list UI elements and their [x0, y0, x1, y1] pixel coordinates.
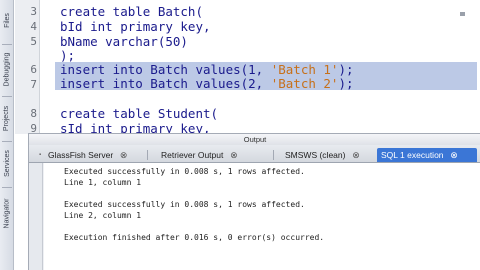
output-line: Execution finished after 0.016 s, 0 erro…: [64, 233, 325, 242]
line-number: 5: [30, 35, 37, 48]
close-icon[interactable]: ⊗: [119, 150, 128, 161]
tab-separator: [273, 150, 274, 160]
sidebar-separator: [2, 96, 12, 97]
output-text-area[interactable]: Executed successfully in 0.008 s, 1 rows…: [44, 163, 480, 270]
output-line: Line 2, column 1: [64, 211, 142, 220]
output-toolbar: [29, 163, 43, 270]
left-sidebar: Files Debugging Projects Services Naviga…: [0, 0, 14, 270]
code-line[interactable]: );: [60, 48, 75, 63]
close-icon[interactable]: ⊗: [351, 150, 360, 161]
code-line[interactable]: create table Student(: [60, 106, 218, 121]
output-line: Executed successfully in 0.008 s, 1 rows…: [64, 167, 305, 176]
sidebar-separator: [2, 141, 12, 142]
drag-grip-icon: ▪: [39, 152, 42, 158]
line-number-gutter: 3 4 5 6 7 8 9: [15, 0, 40, 135]
tab-sql-1-execution[interactable]: SQL 1 execution ⊗: [377, 148, 477, 162]
code-line-selected[interactable]: insert into Batch values(1, 'Batch 1');: [60, 62, 354, 77]
scrollbar-thumb[interactable]: [460, 12, 465, 16]
line-number: 7: [30, 78, 37, 91]
output-line: Line 1, column 1: [64, 178, 142, 187]
sidebar-separator: [2, 187, 12, 188]
output-tab-bar: ▪ GlassFish Server ⊗ Retriever Output ⊗ …: [29, 145, 480, 163]
tab-smsws-clean[interactable]: SMSWS (clean) ⊗: [281, 148, 375, 162]
line-number: 8: [30, 107, 37, 120]
sidebar-tab-debugging[interactable]: Debugging: [0, 46, 14, 92]
output-title: Output: [29, 134, 480, 145]
output-line: Executed successfully in 0.008 s, 1 rows…: [64, 200, 305, 209]
line-number: 4: [30, 20, 37, 33]
sql-editor[interactable]: 3 4 5 6 7 8 9 create table Batch( bId in…: [15, 0, 480, 136]
line-number: 6: [30, 63, 37, 76]
sidebar-separator: [2, 44, 12, 45]
sidebar-tab-navigator[interactable]: Navigator: [0, 189, 14, 237]
tab-retriever-output[interactable]: Retriever Output ⊗: [157, 148, 269, 162]
sidebar-tab-projects[interactable]: Projects: [0, 98, 14, 138]
code-line-selected[interactable]: insert into Batch values(2, 'Batch 2');: [60, 76, 354, 91]
sidebar-tab-services[interactable]: Services: [0, 143, 14, 183]
editor-scrollbar[interactable]: [460, 0, 466, 134]
code-line[interactable]: create table Batch(: [60, 4, 203, 19]
code-line[interactable]: bId int primary key,: [60, 19, 211, 34]
output-window: Output ▪ GlassFish Server ⊗ Retriever Ou…: [28, 133, 480, 270]
code-line[interactable]: bName varchar(50): [60, 34, 188, 49]
tab-separator: [147, 150, 148, 160]
line-number: 3: [30, 5, 37, 18]
close-icon[interactable]: ⊗: [229, 150, 238, 161]
sidebar-tab-files[interactable]: Files: [0, 0, 14, 40]
tab-glassfish-server[interactable]: ▪ GlassFish Server ⊗: [35, 148, 143, 162]
close-icon[interactable]: ⊗: [450, 150, 459, 161]
